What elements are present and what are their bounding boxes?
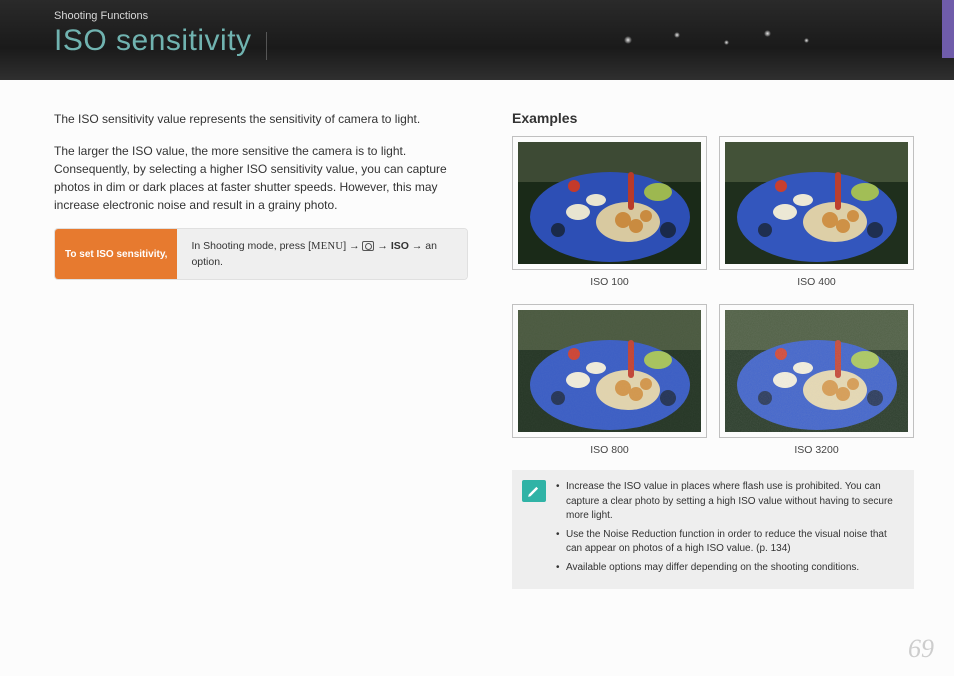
camera-icon	[362, 241, 374, 251]
instruction-steps: In Shooting mode, press [MENU] → → ISO →…	[177, 229, 467, 279]
example-image	[725, 142, 908, 264]
page-title: ISO sensitivity	[54, 24, 954, 58]
intro-paragraph-2: The larger the ISO value, the more sensi…	[54, 142, 468, 214]
example-thumb: ISO 800	[512, 304, 707, 456]
example-caption: ISO 400	[719, 276, 914, 288]
instruction-label: To set ISO sensitivity,	[55, 229, 177, 279]
right-column: Examples	[512, 110, 914, 589]
page-header: Shooting Functions ISO sensitivity	[0, 0, 954, 80]
example-image-frame	[719, 136, 914, 270]
breadcrumb: Shooting Functions	[54, 10, 954, 22]
example-grid: ISO 100	[512, 136, 914, 456]
tip-list: Increase the ISO value in places where f…	[556, 480, 902, 579]
tip-item: Use the Noise Reduction function in orde…	[556, 528, 902, 557]
tip-item: Increase the ISO value in places where f…	[556, 480, 902, 524]
arrow-icon: →	[377, 240, 388, 252]
page-content: The ISO sensitivity value represents the…	[0, 80, 954, 589]
instruction-text-prefix: In Shooting mode, press [	[191, 240, 311, 252]
example-image	[518, 310, 701, 432]
example-image	[518, 142, 701, 264]
left-column: The ISO sensitivity value represents the…	[54, 110, 468, 589]
intro-paragraph-1: The ISO sensitivity value represents the…	[54, 110, 468, 128]
example-thumb: ISO 3200	[719, 304, 914, 456]
arrow-icon: →	[349, 240, 360, 252]
menu-button-label: MENU	[311, 241, 343, 252]
example-thumb: ISO 400	[719, 136, 914, 288]
example-caption: ISO 800	[512, 444, 707, 456]
tip-item: Available options may differ depending o…	[556, 561, 902, 576]
example-image-frame	[512, 136, 707, 270]
tip-callout: Increase the ISO value in places where f…	[512, 470, 914, 589]
example-caption: ISO 100	[512, 276, 707, 288]
example-thumb: ISO 100	[512, 136, 707, 288]
note-icon	[522, 480, 546, 502]
example-image	[725, 310, 908, 432]
example-image-frame	[512, 304, 707, 438]
iso-label: ISO	[391, 240, 409, 252]
arrow-icon: →	[412, 240, 423, 252]
example-image-frame	[719, 304, 914, 438]
example-caption: ISO 3200	[719, 444, 914, 456]
page-number: 69	[908, 634, 934, 664]
examples-heading: Examples	[512, 110, 914, 126]
instruction-callout: To set ISO sensitivity, In Shooting mode…	[54, 228, 468, 280]
